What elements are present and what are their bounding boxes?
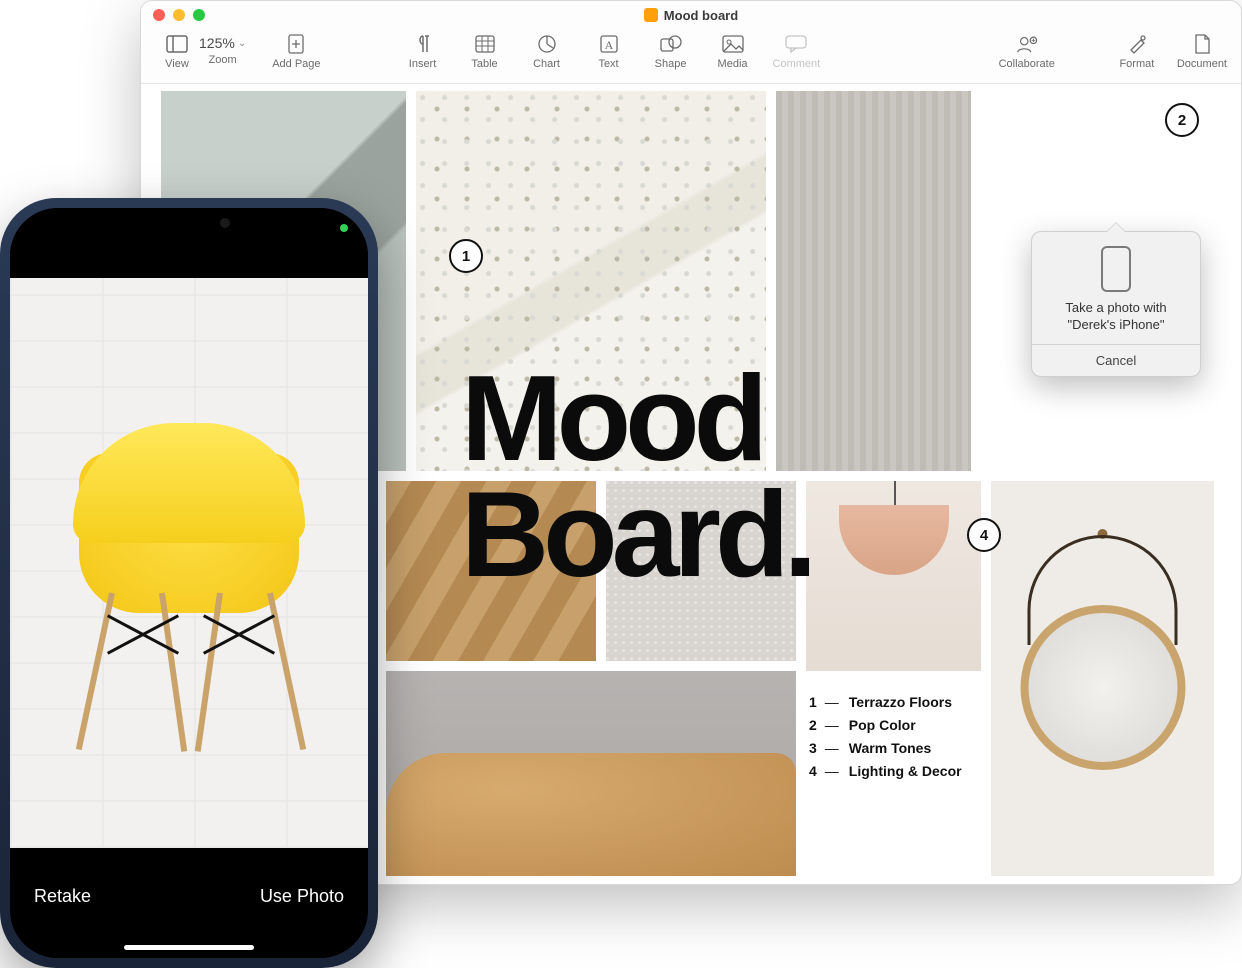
legend-label: Lighting & Decor	[849, 760, 962, 783]
moodboard-image[interactable]	[991, 481, 1214, 876]
document-label: Document	[1177, 58, 1227, 70]
legend-dash: —	[825, 714, 841, 737]
use-photo-button[interactable]: Use Photo	[260, 886, 344, 907]
camera-bottom-bar: Retake Use Photo	[10, 848, 368, 958]
media-label: Media	[718, 58, 748, 70]
chart-label: Chart	[533, 58, 560, 70]
home-indicator[interactable]	[124, 945, 254, 950]
table-label: Table	[471, 58, 497, 70]
add-page-label: Add Page	[272, 58, 320, 70]
retake-button[interactable]: Retake	[34, 886, 91, 907]
legend-label: Warm Tones	[849, 737, 931, 760]
moodboard-image[interactable]	[386, 671, 796, 876]
collaborate-icon	[1016, 33, 1038, 55]
comment-button: Comment	[773, 33, 821, 70]
legend-number: 4	[809, 760, 817, 783]
chart-icon	[536, 33, 558, 55]
title-line2: Board.	[461, 477, 811, 593]
chevron-down-icon: ⌄	[238, 38, 246, 49]
zoom-label: Zoom	[209, 54, 237, 66]
view-label: View	[165, 58, 189, 70]
sidebar-icon	[166, 33, 188, 55]
legend[interactable]: 1 — Terrazzo Floors 2 — Pop Color 3 — Warm Ton…	[809, 691, 962, 783]
legend-dash: —	[825, 737, 841, 760]
camera-preview	[10, 278, 368, 848]
shape-label: Shape	[655, 58, 687, 70]
comment-label: Comment	[773, 58, 821, 70]
continuity-camera-popover: Take a photo with "Derek's iPhone" Cance…	[1031, 231, 1201, 377]
format-icon	[1126, 33, 1148, 55]
legend-dash: —	[825, 691, 841, 714]
text-label: Text	[598, 58, 618, 70]
iphone-notch	[114, 208, 264, 238]
media-button[interactable]: Media	[711, 33, 755, 70]
annotation-bubble-2[interactable]: 2	[1165, 103, 1199, 137]
collaborate-label: Collaborate	[999, 58, 1055, 70]
document-panel-icon	[1191, 33, 1213, 55]
view-button[interactable]: View	[155, 33, 199, 70]
document-button[interactable]: Document	[1177, 33, 1227, 70]
zoom-value: 125%	[199, 35, 235, 51]
legend-number: 2	[809, 714, 817, 737]
svg-text:A: A	[604, 38, 613, 52]
add-page-button[interactable]: Add Page	[272, 33, 320, 70]
add-page-icon	[285, 33, 307, 55]
chart-button[interactable]: Chart	[525, 33, 569, 70]
table-icon	[474, 33, 496, 55]
format-button[interactable]: Format	[1115, 33, 1159, 70]
table-button[interactable]: Table	[463, 33, 507, 70]
zoom-button[interactable]: 125% ⌄ Zoom	[199, 33, 246, 66]
legend-number: 1	[809, 691, 817, 714]
media-icon	[722, 33, 744, 55]
annotation-bubble-1[interactable]: 1	[449, 239, 483, 273]
camera-active-indicator	[340, 224, 348, 232]
format-label: Format	[1119, 58, 1154, 70]
moodboard-image[interactable]	[806, 481, 981, 671]
annotation-bubble-4[interactable]: 4	[967, 518, 1001, 552]
legend-label: Terrazzo Floors	[849, 691, 952, 714]
insert-label: Insert	[409, 58, 437, 70]
text-icon: A	[598, 33, 620, 55]
legend-label: Pop Color	[849, 714, 916, 737]
collaborate-button[interactable]: Collaborate	[999, 33, 1055, 70]
window-title: Mood board	[664, 8, 738, 23]
pilcrow-icon	[412, 33, 434, 55]
title-line1: Mood	[461, 361, 811, 477]
shape-button[interactable]: Shape	[649, 33, 693, 70]
legend-dash: —	[825, 760, 841, 783]
iphone-device: Retake Use Photo	[0, 198, 378, 968]
window-titlebar[interactable]: Mood board	[141, 1, 1241, 29]
toolbar: View 125% ⌄ Zoom Add Page Insert	[141, 29, 1241, 84]
iphone-screen: Retake Use Photo	[10, 208, 368, 958]
page-title[interactable]: Mood Board.	[461, 361, 811, 593]
popover-text: Take a photo with "Derek's iPhone"	[1032, 300, 1200, 344]
captured-photo	[59, 413, 319, 753]
document-icon	[644, 8, 658, 22]
cancel-button[interactable]: Cancel	[1032, 344, 1200, 376]
shape-icon	[660, 33, 682, 55]
legend-number: 3	[809, 737, 817, 760]
insert-button[interactable]: Insert	[401, 33, 445, 70]
text-button[interactable]: A Text	[587, 33, 631, 70]
phone-icon	[1101, 246, 1131, 292]
comment-icon	[785, 33, 807, 55]
